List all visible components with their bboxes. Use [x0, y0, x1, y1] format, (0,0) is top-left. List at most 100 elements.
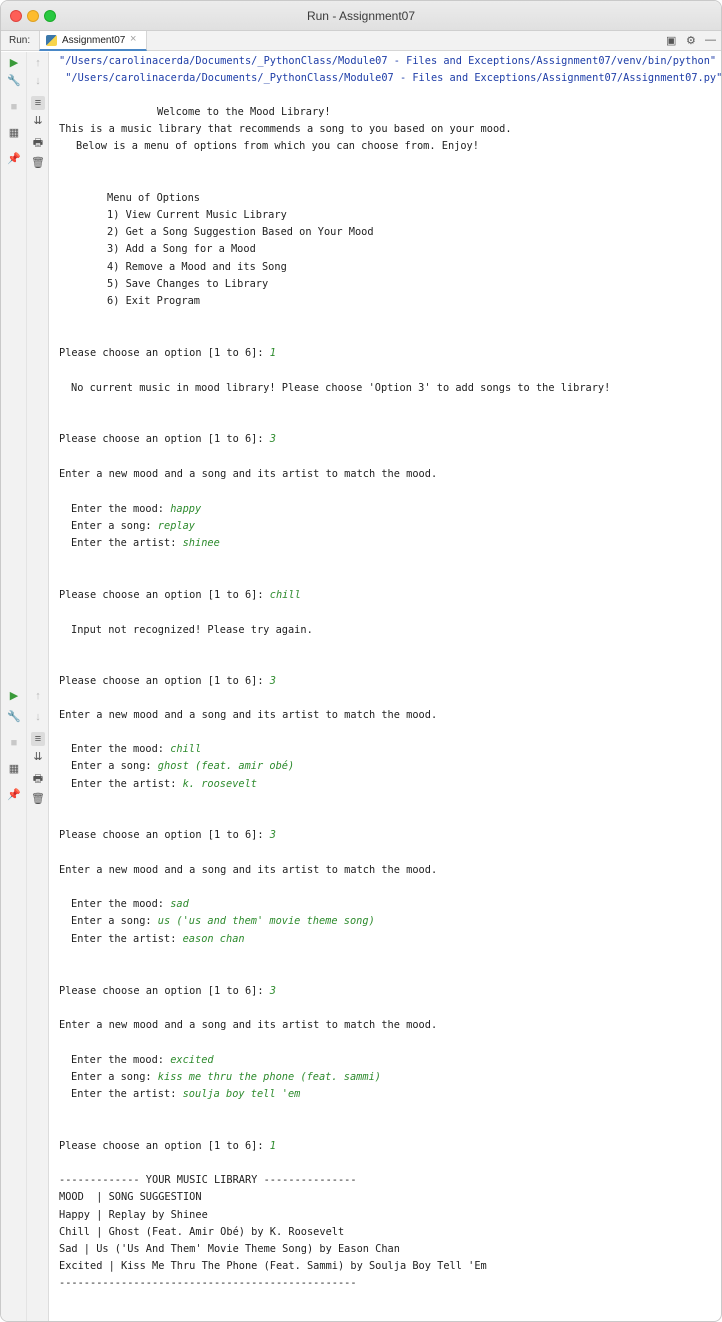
stop-icon[interactable]: ■ [7, 100, 21, 114]
artist-entry-line: Enter the artist: shinee [71, 536, 220, 550]
mood-input: happy [170, 503, 202, 515]
trash-icon[interactable]: 🗑 [31, 792, 45, 806]
add-mood-message: Enter a new mood and a song and its arti… [59, 468, 438, 480]
library-header: ------------- YOUR MUSIC LIBRARY -------… [59, 1174, 357, 1186]
artist-label: Enter the artist: [71, 778, 183, 790]
prompt-line: Please choose an option [1 to 6]: 1 [59, 1139, 276, 1153]
artist-label: Enter the artist: [71, 1088, 183, 1100]
library-columns: MOOD | SONG SUGGESTION [59, 1191, 202, 1203]
soft-wrap-icon[interactable]: ≡ [31, 732, 45, 746]
artist-input: shinee [182, 537, 220, 549]
layout-grid-icon[interactable]: ▦ [7, 762, 21, 776]
library-footer: ----------------------------------------… [59, 1277, 357, 1289]
down-arrow-icon[interactable]: ↓ [31, 74, 45, 88]
prompt-text: Please choose an option [1 to 6]: [59, 589, 270, 601]
pin-icon[interactable]: 📌 [7, 152, 21, 166]
mood-entry-line: Enter the mood: chill [71, 742, 201, 756]
menu-title: Menu of Options [107, 192, 200, 204]
script-path-line: "/Users/carolinacerda/Documents/_PythonC… [59, 72, 722, 84]
up-arrow-icon[interactable]: ↑ [31, 689, 45, 703]
console-output[interactable]: "/Users/carolinacerda/Documents/_PythonC… [59, 52, 722, 1321]
scroll-to-end-icon[interactable]: ⇊ [31, 114, 45, 128]
artist-input: k. roosevelt [182, 778, 257, 790]
intro-line: This is a music library that recommends … [59, 123, 512, 135]
song-input: ghost (feat. amir obé) [157, 760, 295, 772]
user-input: 3 [269, 829, 276, 841]
add-mood-message: Enter a new mood and a song and its arti… [59, 864, 438, 876]
artist-label: Enter the artist: [71, 933, 183, 945]
song-label: Enter a song: [71, 760, 158, 772]
add-mood-message: Enter a new mood and a song and its arti… [59, 1019, 438, 1031]
prompt-line: Please choose an option [1 to 6]: 1 [59, 346, 276, 360]
wrench-icon[interactable]: 🔧 [7, 74, 21, 88]
tab-close-icon[interactable]: × [130, 33, 136, 45]
song-label: Enter a song: [71, 520, 158, 532]
down-arrow-icon[interactable]: ↓ [31, 710, 45, 724]
menu-item: 2) Get a Song Suggestion Based on Your M… [107, 226, 374, 238]
layout-grid-icon[interactable]: ▦ [7, 126, 21, 140]
print-icon[interactable]: 🖶 [31, 136, 45, 150]
scroll-to-end-icon[interactable]: ⇊ [31, 750, 45, 764]
soft-wrap-icon[interactable]: ≡ [31, 96, 45, 110]
prompt-text: Please choose an option [1 to 6]: [59, 347, 270, 359]
window-title: Run - Assignment07 [306, 9, 416, 23]
user-input: 3 [269, 675, 276, 687]
console-actions-gutter: ↑ ↓ ≡ ⇊ 🖶 🗑 ↑ ↓ ≡ ⇊ 🖶 🗑 [27, 52, 49, 1321]
mood-label: Enter the mood: [71, 743, 171, 755]
library-row: Sad | Us ('Us And Them' Movie Theme Song… [59, 1243, 400, 1255]
song-input: us ('us and them' movie theme song) [157, 915, 375, 927]
artist-entry-line: Enter the artist: k. roosevelt [71, 777, 257, 791]
layout-icon[interactable]: ▣ [666, 34, 676, 47]
song-label: Enter a song: [71, 1071, 158, 1083]
rerun-icon[interactable]: ▶ [7, 56, 21, 70]
artist-input: eason chan [182, 933, 245, 945]
run-label: Run: [9, 35, 31, 46]
intro-line: Below is a menu of options from which yo… [76, 140, 479, 152]
user-input: 3 [269, 433, 276, 445]
hide-icon[interactable]: — [705, 34, 716, 46]
song-entry-line: Enter a song: us ('us and them' movie th… [71, 914, 375, 928]
mood-entry-line: Enter the mood: happy [71, 502, 201, 516]
gear-icon[interactable]: ⚙ [686, 34, 696, 47]
prompt-text: Please choose an option [1 to 6]: [59, 675, 270, 687]
add-mood-message: Enter a new mood and a song and its arti… [59, 709, 438, 721]
ide-run-window: Run - Assignment07 Run: Assignment07 × ▣… [0, 0, 722, 1322]
prompt-text: Please choose an option [1 to 6]: [59, 433, 270, 445]
python-path-line: "/Users/carolinacerda/Documents/_PythonC… [59, 55, 717, 67]
user-input: 1 [269, 347, 276, 359]
mood-input: sad [170, 898, 189, 910]
run-toolbar: Run: Assignment07 × ▣ ⚙ — [1, 31, 721, 51]
library-row: Excited | Kiss Me Thru The Phone (Feat. … [59, 1260, 487, 1272]
menu-item: 1) View Current Music Library [107, 209, 287, 221]
tab-label: Assignment07 [62, 35, 126, 46]
prompt-line: Please choose an option [1 to 6]: 3 [59, 984, 276, 998]
trash-icon[interactable]: 🗑 [31, 156, 45, 170]
prompt-text: Please choose an option [1 to 6]: [59, 985, 270, 997]
mood-label: Enter the mood: [71, 898, 171, 910]
library-row: Happy | Replay by Shinee [59, 1209, 208, 1221]
prompt-line: Please choose an option [1 to 6]: chill [59, 588, 301, 602]
mood-entry-line: Enter the mood: excited [71, 1053, 214, 1067]
prompt-text: Please choose an option [1 to 6]: [59, 829, 270, 841]
song-entry-line: Enter a song: kiss me thru the phone (fe… [71, 1070, 381, 1084]
python-icon [46, 35, 57, 46]
song-entry-line: Enter a song: replay [71, 519, 195, 533]
artist-entry-line: Enter the artist: soulja boy tell 'em [71, 1087, 300, 1101]
library-row: Chill | Ghost (Feat. Amir Obé) by K. Roo… [59, 1226, 345, 1238]
menu-item: 5) Save Changes to Library [107, 278, 269, 290]
wrench-icon[interactable]: 🔧 [7, 710, 21, 724]
print-icon[interactable]: 🖶 [31, 772, 45, 786]
rerun-icon[interactable]: ▶ [7, 689, 21, 703]
stop-icon[interactable]: ■ [7, 736, 21, 750]
user-input: 3 [269, 985, 276, 997]
title-bar: Run - Assignment07 [1, 1, 721, 31]
user-input: chill [269, 589, 301, 601]
artist-entry-line: Enter the artist: eason chan [71, 932, 245, 946]
prompt-text: Please choose an option [1 to 6]: [59, 1140, 270, 1152]
tab-assignment07[interactable]: Assignment07 × [39, 31, 147, 51]
mood-input: excited [170, 1054, 214, 1066]
song-input: replay [157, 520, 195, 532]
up-arrow-icon[interactable]: ↑ [31, 56, 45, 70]
pin-icon[interactable]: 📌 [7, 788, 21, 802]
user-input: 1 [269, 1140, 276, 1152]
